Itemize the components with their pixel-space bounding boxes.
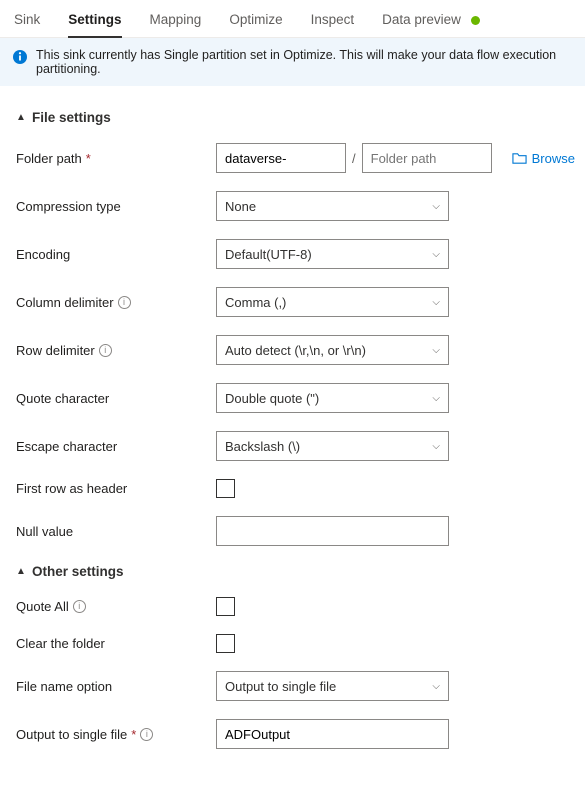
clear-the-folder-checkbox[interactable] <box>216 634 235 653</box>
tab-bar: Sink Settings Mapping Optimize Inspect D… <box>0 0 585 38</box>
label-output-to-single-file: Output to single file * i <box>16 727 216 742</box>
tab-data-preview[interactable]: Data preview <box>368 4 494 37</box>
row-output-to-single-file: Output to single file * i <box>16 719 569 749</box>
label-row-delimiter: Row delimiter i <box>16 343 216 358</box>
required-icon: * <box>86 151 91 166</box>
escape-character-select[interactable]: Backslash (\) ⌵ <box>216 431 449 461</box>
chevron-down-icon: ⌵ <box>432 681 440 692</box>
info-circle-icon[interactable]: i <box>118 296 131 309</box>
label-first-row-as-header: First row as header <box>16 481 216 496</box>
row-delimiter-select[interactable]: Auto detect (\r,\n, or \r\n) ⌵ <box>216 335 449 365</box>
collapse-icon: ▲ <box>16 112 28 123</box>
required-icon: * <box>131 727 136 742</box>
tab-data-preview-label: Data preview <box>382 12 461 27</box>
output-to-single-file-input[interactable] <box>216 719 449 749</box>
info-banner-text: This sink currently has Single partition… <box>36 48 573 76</box>
row-clear-the-folder: Clear the folder <box>16 634 569 653</box>
folder-path-group: / Browse <box>216 143 575 173</box>
section-file-settings[interactable]: ▲ File settings <box>16 110 569 125</box>
info-circle-icon[interactable]: i <box>140 728 153 741</box>
folder-path-input-1[interactable] <box>216 143 346 173</box>
collapse-icon: ▲ <box>16 566 28 577</box>
chevron-down-icon: ⌵ <box>432 297 440 308</box>
file-name-option-select[interactable]: Output to single file ⌵ <box>216 671 449 701</box>
path-separator: / <box>352 151 356 166</box>
quote-character-select[interactable]: Double quote (") ⌵ <box>216 383 449 413</box>
null-value-input[interactable] <box>216 516 449 546</box>
folder-path-input-2[interactable] <box>362 143 492 173</box>
tab-inspect[interactable]: Inspect <box>297 4 369 37</box>
status-dot-icon <box>471 16 480 25</box>
tab-sink[interactable]: Sink <box>0 4 54 37</box>
row-compression-type: Compression type None ⌵ <box>16 191 569 221</box>
row-quote-character: Quote character Double quote (") ⌵ <box>16 383 569 413</box>
row-row-delimiter: Row delimiter i Auto detect (\r,\n, or \… <box>16 335 569 365</box>
chevron-down-icon: ⌵ <box>432 249 440 260</box>
tab-mapping[interactable]: Mapping <box>136 4 216 37</box>
info-icon <box>12 49 28 65</box>
row-quote-all: Quote All i <box>16 597 569 616</box>
info-banner: This sink currently has Single partition… <box>0 38 585 86</box>
row-first-row-as-header: First row as header <box>16 479 569 498</box>
quote-all-checkbox[interactable] <box>216 597 235 616</box>
encoding-select[interactable]: Default(UTF-8) ⌵ <box>216 239 449 269</box>
tab-settings[interactable]: Settings <box>54 4 135 37</box>
row-null-value: Null value <box>16 516 569 546</box>
row-encoding: Encoding Default(UTF-8) ⌵ <box>16 239 569 269</box>
row-escape-character: Escape character Backslash (\) ⌵ <box>16 431 569 461</box>
label-escape-character: Escape character <box>16 439 216 454</box>
chevron-down-icon: ⌵ <box>432 201 440 212</box>
label-file-name-option: File name option <box>16 679 216 694</box>
folder-icon <box>512 151 527 166</box>
compression-type-select[interactable]: None ⌵ <box>216 191 449 221</box>
label-clear-the-folder: Clear the folder <box>16 636 216 651</box>
label-quote-all: Quote All i <box>16 599 216 614</box>
first-row-as-header-checkbox[interactable] <box>216 479 235 498</box>
browse-button[interactable]: Browse <box>512 151 575 166</box>
chevron-down-icon: ⌵ <box>432 345 440 356</box>
section-other-settings[interactable]: ▲ Other settings <box>16 564 569 579</box>
chevron-down-icon: ⌵ <box>432 441 440 452</box>
section-file-settings-label: File settings <box>32 110 111 125</box>
label-compression-type: Compression type <box>16 199 216 214</box>
info-circle-icon[interactable]: i <box>99 344 112 357</box>
settings-content: ▲ File settings Folder path * / Browse C… <box>0 86 585 787</box>
chevron-down-icon: ⌵ <box>432 393 440 404</box>
info-circle-icon[interactable]: i <box>73 600 86 613</box>
column-delimiter-select[interactable]: Comma (,) ⌵ <box>216 287 449 317</box>
row-folder-path: Folder path * / Browse <box>16 143 569 173</box>
row-column-delimiter: Column delimiter i Comma (,) ⌵ <box>16 287 569 317</box>
label-folder-path: Folder path * <box>16 151 216 166</box>
label-null-value: Null value <box>16 524 216 539</box>
tab-optimize[interactable]: Optimize <box>215 4 296 37</box>
label-encoding: Encoding <box>16 247 216 262</box>
label-column-delimiter: Column delimiter i <box>16 295 216 310</box>
section-other-settings-label: Other settings <box>32 564 124 579</box>
row-file-name-option: File name option Output to single file ⌵ <box>16 671 569 701</box>
label-quote-character: Quote character <box>16 391 216 406</box>
